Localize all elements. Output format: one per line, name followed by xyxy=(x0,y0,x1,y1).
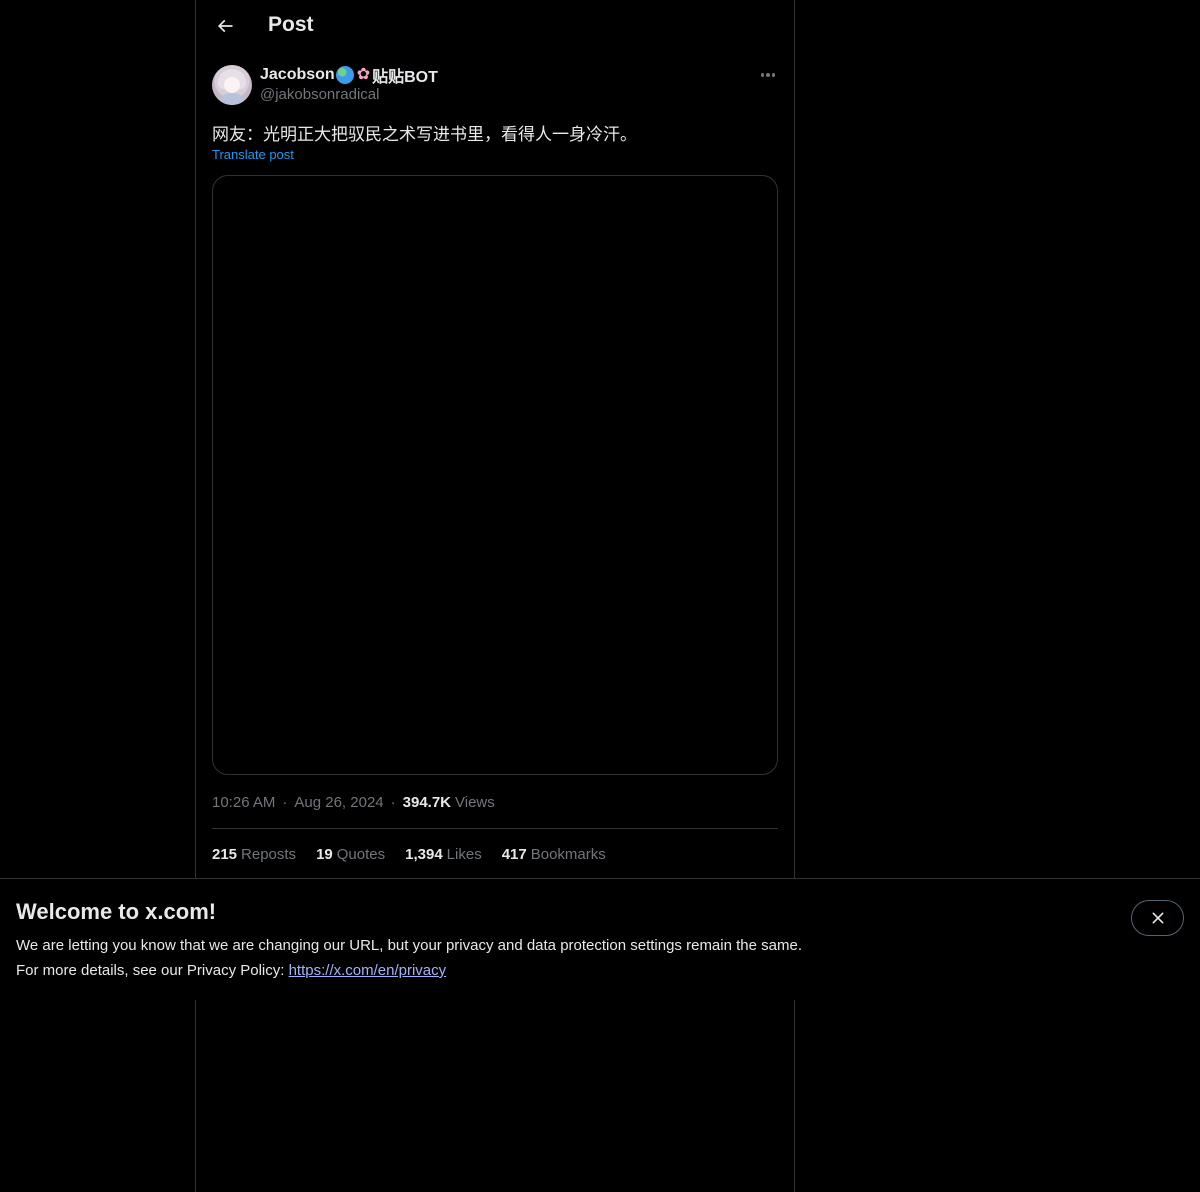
post-media[interactable] xyxy=(212,175,778,775)
views-label: Views xyxy=(455,794,495,811)
more-horizontal-icon xyxy=(760,73,765,77)
more-options-button[interactable] xyxy=(758,64,778,86)
divider xyxy=(212,828,778,829)
welcome-banner: Welcome to x.com! We are letting you kno… xyxy=(0,878,1200,1000)
close-icon xyxy=(1152,912,1163,924)
post-author: Jacobson ✿ 贴贴BOT @jakobsonradical xyxy=(212,64,778,108)
post-text: 网友：光明正大把驭民之术写进书里，看得人一身冷汗。 xyxy=(212,125,637,145)
banner-privacy-line: For more details, see our Privacy Policy… xyxy=(16,962,447,979)
page-title: Post xyxy=(268,13,314,36)
globe-icon xyxy=(335,66,354,84)
flower-icon: ✿ xyxy=(356,66,371,83)
post-meta: 10:26 AM · Aug 26, 2024 · 394.7K Views xyxy=(212,794,495,811)
author-name-row[interactable]: Jacobson ✿ 贴贴BOT xyxy=(260,64,438,86)
privacy-policy-link[interactable]: https://x.com/en/privacy xyxy=(289,962,447,979)
reposts-stat[interactable]: 215 Reposts xyxy=(212,846,296,863)
meta-separator: · xyxy=(390,794,396,811)
banner-message: We are letting you know that we are chan… xyxy=(16,937,802,954)
avatar[interactable] xyxy=(212,65,252,105)
author-name-suffix: 贴贴BOT xyxy=(372,69,438,86)
post-time[interactable]: 10:26 AM xyxy=(212,794,275,811)
banner-title: Welcome to x.com! xyxy=(16,899,217,924)
likes-stat[interactable]: 1,394 Likes xyxy=(405,846,482,863)
meta-separator: · xyxy=(282,794,288,811)
close-banner-button[interactable] xyxy=(1131,900,1184,936)
post-stats: 215 Reposts 19 Quotes 1,394 Likes 417 Bookma… xyxy=(212,846,626,863)
primary-column: Post Jacobson ✿ 贴贴BOT @jakobsonradical 网… xyxy=(195,0,795,1192)
arrow-left-icon xyxy=(217,19,233,33)
views-count: 394.7K xyxy=(402,794,452,811)
author-handle[interactable]: @jakobsonradical xyxy=(260,86,379,103)
translate-post-link[interactable]: Translate post xyxy=(212,147,294,162)
back-button[interactable] xyxy=(208,9,242,43)
author-display-name: Jacobson xyxy=(260,66,335,83)
page-header: Post xyxy=(196,0,794,53)
post-date[interactable]: Aug 26, 2024 xyxy=(294,794,383,811)
quotes-stat[interactable]: 19 Quotes xyxy=(316,846,385,863)
bookmarks-stat[interactable]: 417 Bookmarks xyxy=(502,846,606,863)
